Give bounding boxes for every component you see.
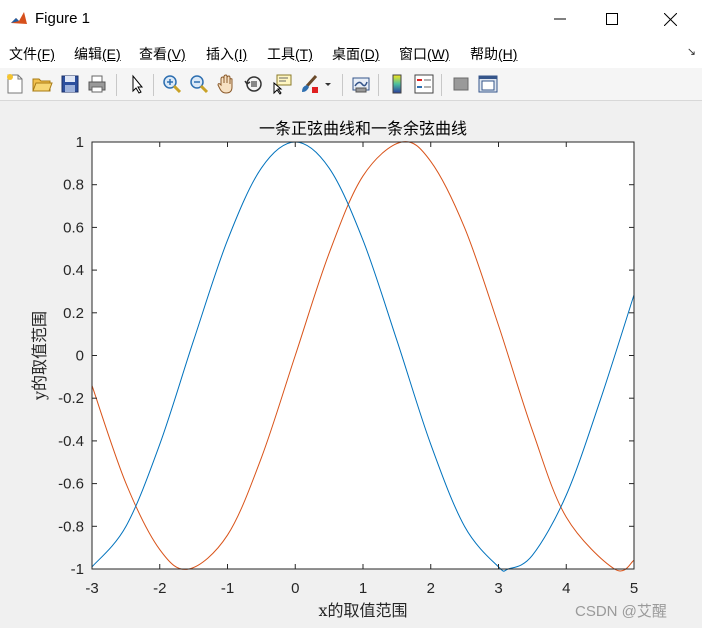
chart-title: 一条正弦曲线和一条余弦曲线 — [259, 119, 467, 138]
brush-icon[interactable] — [298, 73, 320, 95]
menu-overflow-icon[interactable]: ↘ — [687, 45, 696, 58]
zoom-out-icon[interactable] — [188, 73, 210, 95]
open-file-icon[interactable] — [31, 73, 53, 95]
maximize-button[interactable] — [587, 0, 637, 38]
minimize-icon — [554, 18, 566, 20]
y-tick-label: 0.4 — [63, 262, 84, 279]
rotate-3d-icon[interactable] — [243, 73, 265, 95]
minimize-button[interactable] — [535, 0, 585, 38]
legend-icon[interactable] — [413, 73, 435, 95]
colorbar-icon[interactable] — [386, 73, 408, 95]
matlab-logo-icon — [9, 9, 29, 29]
x-tick-label: -2 — [153, 580, 166, 597]
x-tick-label: 2 — [427, 580, 435, 597]
menu-tools[interactable]: 工具(T) — [267, 44, 313, 64]
toolbar-separator — [153, 74, 154, 96]
y-tick-label: -0.2 — [58, 390, 84, 407]
figure-canvas: -3 -2 -1 0 1 2 3 4 5 -1 -0.8 -0.6 -0.4 -0.2 0 0.2 0.4 0.6… — [30, 119, 638, 620]
y-tick-label: -0.4 — [58, 433, 84, 450]
zoom-in-icon[interactable] — [161, 73, 183, 95]
y-tick-label: -1 — [71, 561, 84, 578]
toolbar-separator — [441, 74, 442, 96]
y-tick-label: -0.6 — [58, 476, 84, 493]
menu-help[interactable]: 帮助(H) — [470, 44, 517, 64]
y-tick-label: 1 — [76, 134, 84, 151]
close-button[interactable] — [645, 0, 695, 38]
toolbar-separator — [342, 74, 343, 96]
menu-edit[interactable]: 编辑(E) — [74, 44, 121, 64]
print-icon[interactable] — [86, 73, 108, 95]
y-tick-label: 0.2 — [63, 305, 84, 322]
x-tick-label: 1 — [359, 580, 367, 597]
maximize-icon — [606, 13, 618, 25]
x-tick-label: -3 — [85, 580, 98, 597]
x-tick-label: 3 — [494, 580, 502, 597]
close-icon — [663, 12, 677, 26]
x-tick-label: 5 — [630, 580, 638, 597]
y-tick-label: 0.8 — [63, 177, 84, 194]
axes-background[interactable] — [92, 142, 634, 569]
link-plot-icon[interactable] — [350, 73, 372, 95]
x-tick-label: 0 — [291, 580, 299, 597]
figure-toolbar — [0, 68, 702, 101]
toolbar-separator — [116, 74, 117, 96]
save-icon[interactable] — [59, 73, 81, 95]
show-plot-tools-icon[interactable] — [477, 73, 499, 95]
select-arrow-icon[interactable] — [126, 73, 148, 95]
menu-insert[interactable]: 插入(I) — [206, 44, 247, 64]
watermark-text: CSDN @艾醒 — [575, 603, 667, 620]
menu-bar: 文件(F) 编辑(E) 查看(V) 插入(I) 工具(T) 桌面(D) 窗口(W… — [0, 38, 702, 68]
window-title-bar: Figure 1 — [0, 0, 702, 38]
menu-file[interactable]: 文件(F) — [9, 44, 55, 64]
y-axis-label: y的取值范围 — [30, 311, 49, 401]
toolbar-separator — [378, 74, 379, 96]
y-tick-label: 0.6 — [63, 219, 84, 236]
menu-desktop[interactable]: 桌面(D) — [332, 44, 379, 64]
menu-window[interactable]: 窗口(W) — [399, 44, 450, 64]
x-axis-label: x的取值范围 — [318, 601, 407, 620]
menu-view[interactable]: 查看(V) — [139, 44, 186, 64]
y-tick-label: -0.8 — [58, 518, 84, 535]
pan-hand-icon[interactable] — [215, 73, 237, 95]
x-tick-label: -1 — [221, 580, 234, 597]
y-tick-label: 0 — [76, 348, 84, 365]
brush-dropdown-icon[interactable] — [322, 73, 334, 95]
window-title: Figure 1 — [35, 10, 91, 27]
x-tick-label: 4 — [562, 580, 570, 597]
data-cursor-icon[interactable] — [271, 73, 293, 95]
hide-plot-tools-icon[interactable] — [450, 73, 472, 95]
new-figure-icon[interactable] — [4, 73, 26, 95]
